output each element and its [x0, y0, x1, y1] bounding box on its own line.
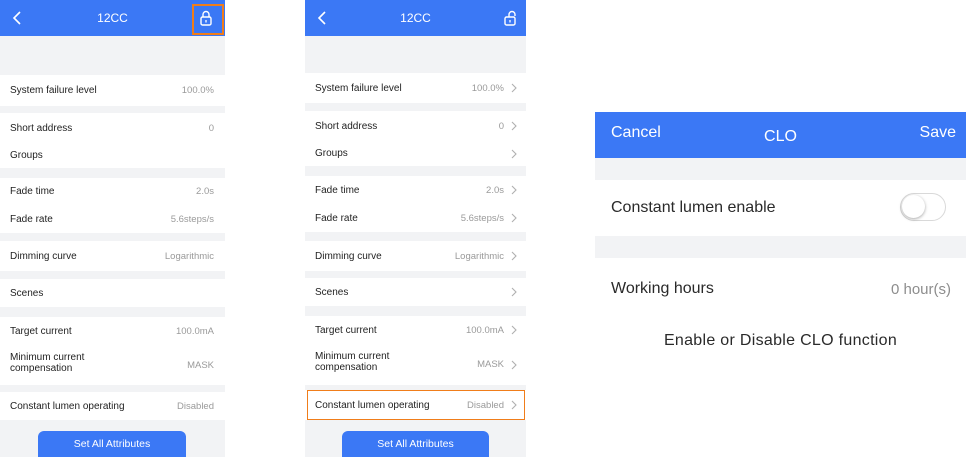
clo-hint-text: Enable or Disable CLO function: [663, 332, 898, 349]
attribute-row[interactable]: Short address 0: [305, 111, 526, 141]
attribute-value: 100.0%: [471, 83, 504, 94]
attribute-label: Fade time: [10, 186, 55, 197]
page-title: CLO: [764, 128, 797, 145]
attribute-value: 5.6steps/s: [460, 213, 504, 224]
attribute-value: Logarithmic: [454, 251, 504, 262]
attribute-label: Constant lumen operating: [10, 401, 125, 412]
attribute-label: Groups: [315, 148, 348, 159]
attribute-row[interactable]: Groups: [305, 141, 526, 166]
attribute-row: Constant lumen operating Disabled: [0, 392, 225, 420]
attribute-row: Fade rate 5.6steps/s: [0, 205, 225, 233]
attribute-label: Constant lumen operating: [315, 400, 430, 411]
working-hours-value: 0 hour(s): [890, 281, 951, 298]
attribute-label: Scenes: [10, 288, 44, 299]
attribute-value: Disabled: [177, 401, 214, 412]
attribute-label: Groups: [10, 150, 43, 161]
attribute-value: Disabled: [467, 400, 504, 411]
attribute-row: Dimming curve Logarithmic: [0, 241, 225, 271]
chevron-right-icon: [511, 325, 517, 335]
clo-screen: Cancel CLO Save Constant lumen enable Wo…: [595, 112, 966, 360]
constant-lumen-enable-label: Constant lumen enable: [611, 199, 776, 216]
working-hours-row: Working hours 0 hour(s): [595, 258, 966, 316]
chevron-right-icon: [511, 251, 517, 261]
page-title: 12CC: [400, 11, 431, 25]
attribute-row[interactable]: Dimming curve Logarithmic: [305, 241, 526, 271]
attribute-value: 2.0s: [486, 185, 504, 196]
working-hours-label: Working hours: [611, 280, 714, 297]
attribute-row[interactable]: Fade rate 5.6steps/s: [305, 204, 526, 232]
section-gap: [595, 236, 966, 258]
attribute-value: 5.6steps/s: [170, 214, 214, 225]
attribute-row: Short address 0: [0, 113, 225, 143]
attribute-value: 100.0mA: [175, 326, 214, 337]
chevron-right-icon: [511, 121, 517, 131]
attribute-label: Scenes: [315, 287, 349, 298]
attribute-label: Minimum current compensation: [10, 352, 85, 374]
attribute-value: 100.0mA: [465, 325, 504, 336]
chevron-right-icon: [511, 287, 517, 297]
attribute-label: Target current: [10, 326, 72, 337]
lock-highlight-box: [192, 4, 224, 35]
attribute-value: 100.0%: [181, 85, 214, 96]
nav-bar: 12CC: [305, 0, 526, 36]
nav-bar: Cancel CLO Save: [595, 112, 966, 158]
save-button[interactable]: Save: [920, 124, 956, 142]
attribute-row: Minimum current compensation MASK: [0, 345, 225, 385]
chevron-right-icon: [511, 360, 517, 370]
constant-lumen-toggle[interactable]: [900, 193, 946, 221]
toggle-knob: [902, 195, 925, 218]
attribute-row[interactable]: Target current 100.0mA: [305, 316, 526, 344]
attributes-screen-locked: 12CC System failure level 100.0% Short add…: [0, 0, 225, 457]
attribute-value: 0: [498, 121, 504, 132]
chevron-right-icon: [511, 185, 517, 195]
chevron-right-icon: [511, 149, 517, 159]
attribute-label: System failure level: [315, 83, 402, 94]
attribute-label: System failure level: [10, 85, 97, 96]
chevron-right-icon: [511, 400, 517, 410]
attribute-label: Fade rate: [10, 214, 53, 225]
attribute-label: Minimum current compensation: [315, 351, 390, 373]
set-all-attributes-button[interactable]: Set All Attributes: [38, 431, 186, 457]
attribute-label: Target current: [315, 325, 377, 336]
attribute-row[interactable]: Scenes: [305, 278, 526, 306]
set-all-attributes-button[interactable]: Set All Attributes: [342, 431, 489, 457]
attribute-row: System failure level 100.0%: [0, 75, 225, 106]
attribute-label: Short address: [315, 121, 378, 132]
attribute-value: Logarithmic: [164, 251, 214, 262]
attribute-label: Fade time: [315, 185, 360, 196]
attribute-row[interactable]: System failure level 100.0%: [305, 73, 526, 103]
attribute-row: Target current 100.0mA: [0, 317, 225, 345]
lock-open-icon[interactable]: [500, 8, 520, 28]
attribute-label: Short address: [10, 123, 73, 134]
attribute-row: Fade time 2.0s: [0, 178, 225, 205]
chevron-right-icon: [511, 213, 517, 223]
attribute-value: 0: [208, 123, 214, 134]
attribute-row: Scenes: [0, 279, 225, 307]
nav-bar: 12CC: [0, 0, 225, 36]
attribute-label: Dimming curve: [10, 251, 77, 262]
attribute-value: 2.0s: [196, 186, 214, 197]
chevron-right-icon: [511, 83, 517, 93]
attribute-label: Fade rate: [315, 213, 358, 224]
attribute-row[interactable]: Constant lumen operating Disabled: [305, 390, 526, 420]
constant-lumen-enable-row[interactable]: Constant lumen enable: [595, 180, 966, 236]
section-gap: [595, 158, 966, 180]
attribute-row: Groups: [0, 143, 225, 168]
attributes-screen-unlocked: 12CC System failure level 100.0% Short add…: [305, 0, 526, 457]
attribute-value: MASK: [477, 359, 504, 370]
attribute-label: Dimming curve: [315, 251, 382, 262]
attribute-row[interactable]: Minimum current compensation MASK: [305, 344, 526, 385]
attribute-row[interactable]: Fade time 2.0s: [305, 176, 526, 204]
attribute-value: MASK: [187, 360, 214, 371]
